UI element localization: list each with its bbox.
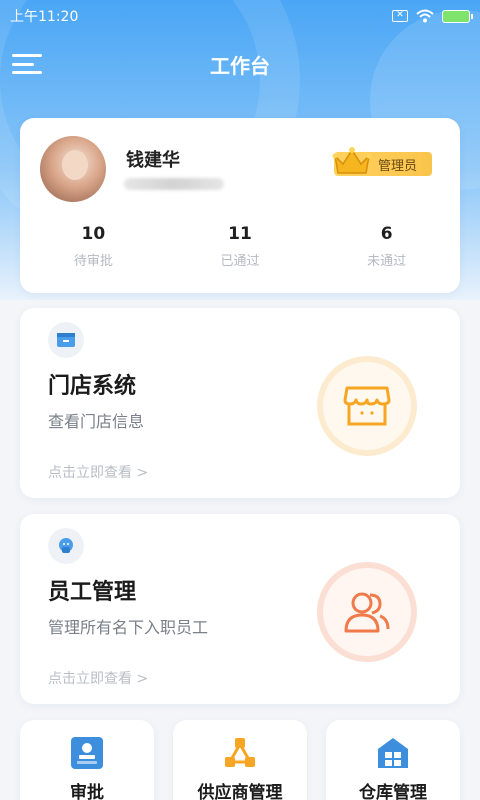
stat-approved[interactable]: 11 已通过 <box>167 224 314 269</box>
user-phone-blurred <box>124 178 224 190</box>
crown-icon <box>332 147 372 174</box>
stat-value: 6 <box>380 224 393 244</box>
stat-label: 未通过 <box>367 254 407 269</box>
feature-desc: 管理所有名下入职员工 <box>48 618 209 637</box>
menu-icon[interactable] <box>12 52 44 76</box>
avatar[interactable] <box>40 136 106 202</box>
supplier-icon <box>225 738 255 767</box>
stat-rejected[interactable]: 6 未通过 <box>313 224 460 269</box>
role-label: 管理员 <box>378 158 418 174</box>
status-bar: 上午11:20 ✕ <box>0 0 480 32</box>
role-badge: 管理员 <box>332 147 432 176</box>
page-title: 工作台 <box>210 53 270 78</box>
quick-action-label: 仓库管理 <box>359 783 427 800</box>
stat-value: 10 <box>81 224 106 244</box>
stat-label: 已通过 <box>220 254 260 269</box>
view-link[interactable]: 点击立即查看 > <box>48 462 148 482</box>
stat-pending[interactable]: 10 待审批 <box>20 224 167 269</box>
stats-row: 10 待审批 11 已通过 6 未通过 <box>20 224 460 269</box>
feature-title: 门店系统 <box>48 374 137 399</box>
sim-off-icon: ✕ <box>392 10 408 22</box>
staff-management-card[interactable]: 员工管理 管理所有名下入职员工 点击立即查看 > <box>20 514 460 704</box>
staff-small-icon <box>48 528 84 564</box>
status-time: 上午11:20 <box>10 9 79 25</box>
view-link[interactable]: 点击立即查看 > <box>48 668 148 688</box>
supplier-management-button[interactable]: 供应商管理 <box>173 720 307 800</box>
approval-button[interactable]: 审批 <box>20 720 154 800</box>
warehouse-icon <box>378 738 408 768</box>
warehouse-management-button[interactable]: 仓库管理 <box>326 720 460 800</box>
staff-icon <box>317 562 417 662</box>
user-card[interactable]: 钱建华 管理员 10 待审批 11 已通过 6 未通过 <box>20 118 460 293</box>
wifi-icon <box>416 9 434 23</box>
nav-bar: 工作台 <box>0 40 480 88</box>
store-system-card[interactable]: 门店系统 查看门店信息 点击立即查看 > <box>20 308 460 498</box>
user-name: 钱建华 <box>126 150 180 171</box>
stat-value: 11 <box>228 224 252 244</box>
quick-action-label: 供应商管理 <box>197 783 283 800</box>
store-small-icon <box>48 322 84 358</box>
feature-title: 员工管理 <box>48 580 137 605</box>
stat-label: 待审批 <box>73 254 113 269</box>
store-icon <box>317 356 417 456</box>
approval-icon <box>71 737 103 769</box>
quick-action-label: 审批 <box>70 783 104 800</box>
feature-desc: 查看门店信息 <box>48 412 145 431</box>
battery-icon <box>442 9 473 23</box>
